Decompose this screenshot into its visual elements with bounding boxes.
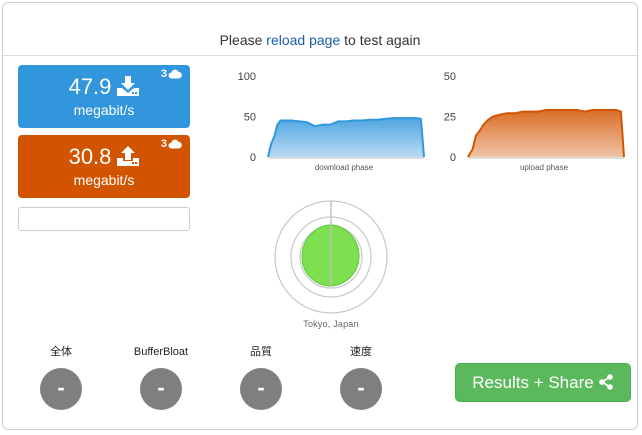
retest-message: Please reload page to test again: [3, 32, 637, 48]
upload-tray-icon: [117, 146, 140, 166]
download-speed-value: 47.9: [68, 74, 112, 99]
x-axis-label: upload phase: [520, 163, 569, 172]
reload-page-link[interactable]: reload page: [266, 32, 340, 48]
series-area: [268, 118, 424, 157]
metric-overall: 全体 -: [26, 345, 96, 410]
y-tick-label: 25: [444, 112, 456, 124]
upload-speed-box: 3 30.8 megabit/s: [18, 135, 190, 198]
y-tick-label: 50: [444, 71, 456, 83]
metric-overall-label: 全体: [50, 346, 72, 358]
status-field: [18, 207, 190, 231]
upload-chart: 0 25 50 upload phase: [432, 68, 632, 178]
metric-speed-label: 速度: [350, 346, 372, 358]
metric-quality: 品質 -: [226, 345, 296, 410]
download-chart: 0 50 100 download phase: [232, 68, 432, 178]
retest-prefix: Please: [219, 32, 267, 48]
retest-suffix: to test again: [340, 32, 421, 48]
upload-speed-value: 30.8: [68, 144, 112, 169]
download-tray-icon: [117, 76, 140, 96]
metric-bufferbloat-grade: -: [140, 368, 182, 410]
server-location: Tokyo, Japan: [303, 319, 359, 329]
metric-speed-grade: -: [340, 368, 382, 410]
results-share-button[interactable]: Results + Share: [455, 363, 631, 402]
metric-speed: 速度 -: [326, 345, 396, 410]
x-axis-label: download phase: [315, 163, 374, 172]
y-tick-label: 0: [250, 152, 256, 164]
upload-chart-svg: 0 25 50 upload phase: [444, 71, 625, 172]
latency-radar: [272, 198, 390, 316]
y-tick-label: 100: [238, 71, 256, 83]
results-share-label: Results + Share: [472, 373, 594, 392]
download-chart-svg: 0 50 100 download phase: [238, 71, 425, 172]
share-nodes-icon: [598, 374, 613, 390]
y-tick-label: 0: [450, 152, 456, 164]
metric-quality-label: 品質: [250, 346, 272, 358]
download-speed-unit: megabit/s: [73, 102, 135, 118]
metric-quality-grade: -: [240, 368, 282, 410]
download-speed-box: 3 47.9 megabit/s: [18, 65, 190, 128]
upload-speed-unit: megabit/s: [73, 172, 135, 188]
metric-bufferbloat: BufferBloat -: [126, 345, 196, 410]
metric-bufferbloat-label: BufferBloat: [133, 346, 189, 358]
header: Please reload page to test again: [3, 3, 637, 56]
y-tick-label: 50: [244, 112, 256, 124]
metric-overall-grade: -: [40, 368, 82, 410]
